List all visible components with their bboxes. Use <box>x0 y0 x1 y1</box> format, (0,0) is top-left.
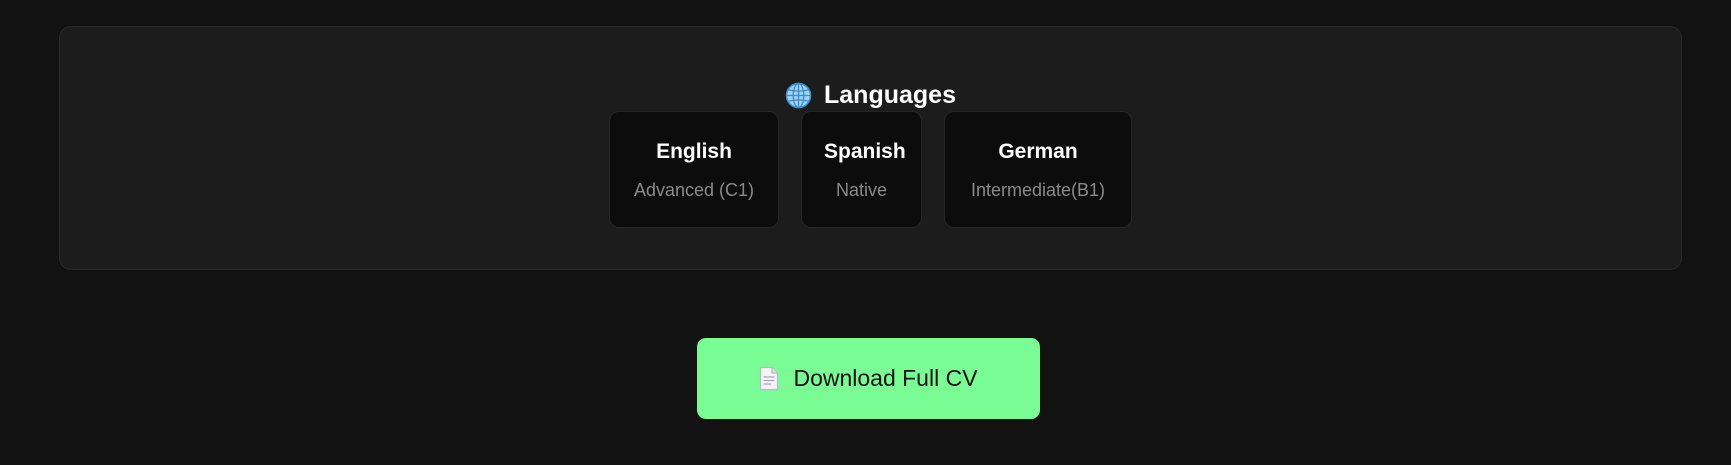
download-cv-button[interactable]: Download Full CV <box>697 338 1040 419</box>
globe-icon <box>785 82 812 109</box>
language-name: Spanish <box>824 140 906 163</box>
language-level: Advanced (C1) <box>633 180 755 200</box>
languages-title: Languages <box>824 81 956 109</box>
languages-section: Languages English Advanced (C1) Spanish … <box>59 26 1682 270</box>
language-card-spanish: Spanish Native <box>801 111 922 228</box>
download-cv-label: Download Full CV <box>793 365 978 391</box>
language-card-english: English Advanced (C1) <box>609 111 779 228</box>
language-level: Native <box>835 180 888 200</box>
language-level: Intermediate(B1) <box>970 180 1106 200</box>
language-name: English <box>656 140 732 163</box>
language-name: German <box>998 140 1078 163</box>
language-cards: English Advanced (C1) Spanish Native Ger… <box>60 111 1681 228</box>
languages-heading: Languages <box>60 79 1681 111</box>
language-card-german: German Intermediate(B1) <box>944 111 1132 228</box>
document-icon <box>759 366 779 391</box>
